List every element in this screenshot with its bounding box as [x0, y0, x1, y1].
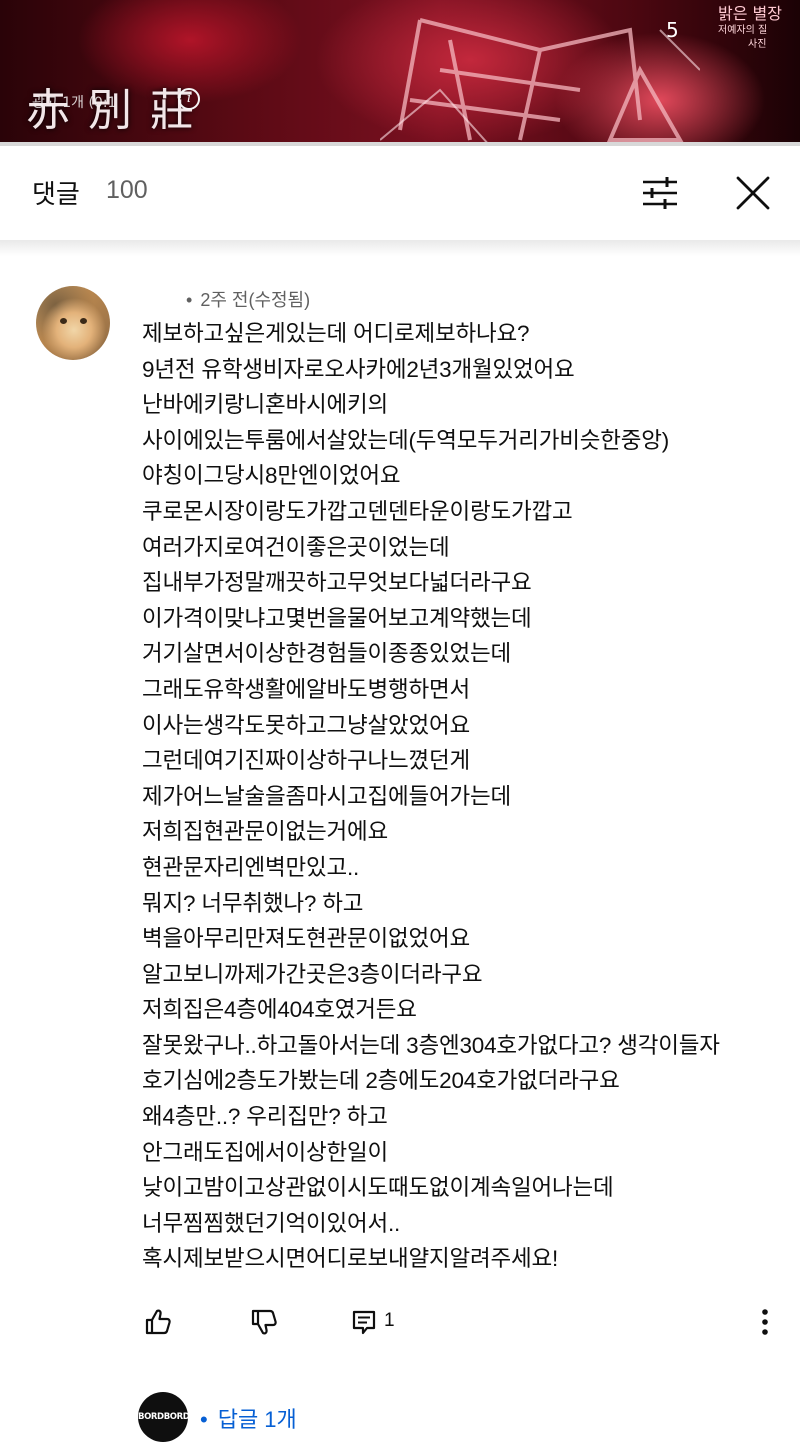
sort-filter-icon	[643, 177, 677, 209]
creator-avatar: BORDBORD	[138, 1392, 190, 1442]
comment-line: 제보하고싶은게있는데 어디로제보하나요?	[142, 321, 530, 346]
info-icon[interactable]: i	[178, 88, 200, 110]
chair-illustration	[380, 18, 700, 146]
comment-line: 너무찜찜했던기억이있어서..	[142, 1210, 401, 1236]
dislike-button[interactable]	[246, 1304, 282, 1340]
comments-count: 100	[106, 176, 148, 204]
comment-line: 사이에있는투룸에서살았는데(두역모두거리가비슷한중앙)	[142, 427, 670, 453]
avatar-eye	[60, 318, 67, 324]
ad-caption: 광고 1개 (0:1	[32, 95, 117, 111]
replies-label: 답글 1개	[217, 1407, 297, 1432]
comment-line: 저희집은4층에404호였거든요	[142, 997, 417, 1023]
comment-line: 그래도유학생활에알바도병행하면서	[142, 676, 471, 702]
header-divider	[0, 240, 800, 256]
comment-line: 야칭이그당시8만엔이었어요	[142, 463, 401, 489]
meta-dot: •	[186, 290, 193, 310]
comment-line: 저희집현관문이없는거에요	[142, 819, 389, 845]
like-button[interactable]	[140, 1304, 176, 1340]
comments-header: 댓글 100	[0, 146, 800, 240]
comment-line: 호기심에2층도가봤는데 2층에도204호가없더라구요	[142, 1068, 620, 1094]
close-button[interactable]	[730, 170, 776, 216]
comment-line: 그런데여기진짜이상하구나느꼈던게	[142, 748, 471, 774]
thumbs-down-icon	[251, 1309, 277, 1335]
reply-icon	[352, 1310, 376, 1335]
comment-line: 왜4층만..? 우리집만? 하고	[142, 1104, 388, 1130]
comments-title: 댓글	[32, 179, 80, 209]
video-player-thumbnail[interactable]: 赤 別 莊 광고 1개 (0:1 i 5 밝은 별장 저예자의 질 사진	[0, 0, 800, 146]
close-icon	[736, 176, 770, 210]
more-options-button[interactable]	[748, 1304, 782, 1340]
ad-counter: 5	[666, 18, 679, 42]
replies-dot: •	[200, 1407, 208, 1432]
channel-art: 밝은 별장 저예자의 질 사진	[718, 4, 800, 70]
comment-line: 제가어느날술을좀마시고집에들어가는데	[142, 783, 512, 809]
comment-line: 벽을아무리만져도현관문이없었어요	[142, 926, 471, 952]
comment-actions: 1	[0, 1298, 800, 1348]
replies-row[interactable]: BORDBORD • 답글 1개	[0, 1388, 800, 1444]
comment-line: 잘못왔구나..하고돌아서는데 3층엔304호가없다고? 생각이들자	[142, 1032, 720, 1058]
sort-button[interactable]	[636, 172, 684, 214]
more-vertical-icon	[762, 1309, 768, 1335]
comment-line: 집내부가정말깨끗하고무엇보다넓더라구요	[142, 570, 532, 596]
comment-thread: • 2주 전(수정됨) 제보하고싶은게있는데 어디로제보하나요? 9년전 유학생비…	[0, 258, 800, 1448]
reply-count: 1	[384, 1310, 395, 1331]
channel-art-line: 밝은 별장	[718, 4, 782, 23]
reply-button[interactable]	[346, 1304, 382, 1340]
comment-body: 제보하고싶은게있는데 어디로제보하나요? 9년전 유학생비자로오사카에2년3개월…	[142, 316, 782, 1277]
comment-line: 안그래도집에서이상한일이	[142, 1139, 389, 1165]
comment-line: 9년전 유학생비자로오사카에2년3개월있었어요	[142, 356, 575, 382]
comment-line: 여러가지로여건이좋은곳이었는데	[142, 534, 450, 560]
comment-line: 낮이고밤이고상관없이시도때도없이계속일어나는데	[142, 1175, 614, 1201]
comment-line: 이가격이맞냐고몇번을물어보고계약했는데	[142, 605, 532, 631]
comment-meta: • 2주 전(수정됨)	[186, 286, 310, 312]
comment-line: 난바에키랑니혼바시에키의	[142, 392, 389, 418]
comment-line: 쿠로몬시장이랑도가깝고덴덴타운이랑도가깝고	[142, 498, 573, 524]
comment-line: 현관문자리엔벽만있고..	[142, 854, 360, 880]
comment-line: 뭐지? 너무취했나? 하고	[142, 890, 364, 916]
thumbs-up-icon	[145, 1309, 171, 1335]
view-replies-link[interactable]: • 답글 1개	[200, 1402, 297, 1434]
cat-avatar[interactable]	[36, 286, 110, 360]
comment-line: 알고보니까제가간곳은3층이더라구요	[142, 961, 483, 987]
channel-art-line: 사진	[748, 39, 767, 50]
comment-line: 이사는생각도못하고그냥살았었어요	[142, 712, 471, 738]
avatar-eye	[80, 318, 87, 324]
comment-line: 혹시제보받으시면어디로보내얄지알려주세요!	[142, 1246, 559, 1272]
comment-line: 거기살면서이상한경험들이종종있었는데	[142, 641, 512, 667]
comment-timestamp: 2주 전(수정됨)	[200, 290, 311, 310]
channel-art-line: 저예자의 질	[718, 25, 768, 36]
